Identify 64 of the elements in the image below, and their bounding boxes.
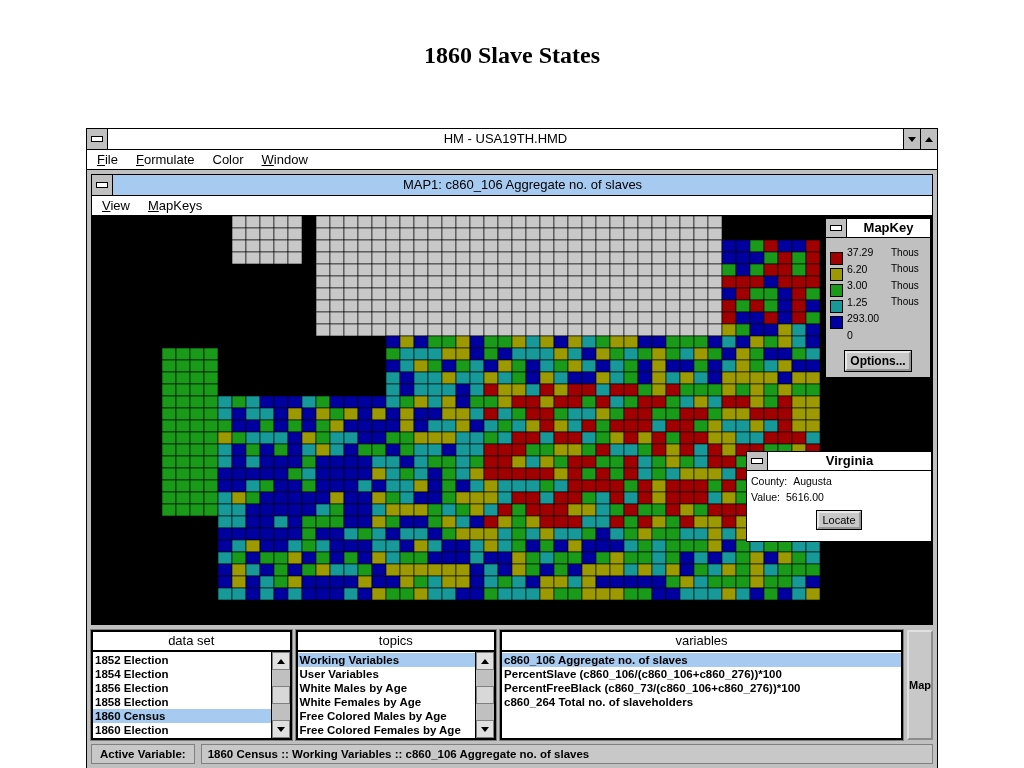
- field-value: 5616.00: [786, 491, 824, 503]
- scrollbar[interactable]: [475, 652, 495, 738]
- status-label: Active Variable:: [91, 744, 195, 764]
- legend-value: 37.29: [847, 246, 875, 259]
- up-arrow-icon[interactable]: [925, 136, 933, 142]
- scroll-thumb[interactable]: [476, 686, 495, 704]
- up-arrow-icon[interactable]: [481, 658, 490, 664]
- list-item[interactable]: 1854 Election: [93, 667, 271, 681]
- list-item[interactable]: White Males by Age: [297, 681, 476, 695]
- down-arrow-icon[interactable]: [908, 136, 916, 142]
- legend-unit: Thous: [891, 296, 919, 308]
- legend-unit: Thous: [891, 279, 919, 291]
- list-item[interactable]: 1860 Election: [93, 723, 271, 737]
- list-item[interactable]: 1856 Election: [93, 681, 271, 695]
- menu-item[interactable]: View: [102, 198, 130, 213]
- list-box[interactable]: variables c860_106 Aggregate no. of slaves PercentSlave (c860_106/(c860_106+c860_276))*100 PercentFreeBlack (c860_73/(c860_106+c860_276))*100 c860_264 Total no. of slaveholders: [500, 630, 903, 740]
- list-item[interactable]: User Variables: [297, 667, 476, 681]
- list-item[interactable]: c860_264 Total no. of slaveholders: [502, 695, 901, 709]
- legend-value: 3.00: [847, 279, 869, 292]
- minimize-icon[interactable]: [751, 458, 763, 464]
- minimize-icon[interactable]: [830, 225, 842, 231]
- list-item[interactable]: 1858 Election: [93, 695, 271, 709]
- status-text: 1860 Census :: Working Variables :: c860_106 Aggregate no. of slaves: [200, 744, 933, 764]
- panel-title: MapKey: [862, 219, 915, 237]
- menu-item[interactable]: MapKeys: [147, 198, 203, 213]
- up-arrow-icon[interactable]: [276, 658, 285, 664]
- menu-item[interactable]: Color: [212, 152, 244, 167]
- list-item[interactable]: PercentSlave (c860_106/(c860_106+c860_276))*100: [502, 667, 901, 681]
- menu-item[interactable]: Window: [261, 152, 308, 167]
- legend-unit: Thous: [891, 246, 919, 258]
- locate-button[interactable]: Locate: [817, 511, 861, 529]
- list-item[interactable]: PercentFreeBlack (c860_73/(c860_106+c860_276))*100: [502, 681, 901, 695]
- window-title: MAP1: c860_106 Aggregate no. of slaves: [401, 176, 644, 194]
- menu-item[interactable]: File: [97, 152, 118, 167]
- list-item[interactable]: Free Colored Males by Age: [297, 709, 476, 723]
- down-arrow-icon[interactable]: [481, 726, 490, 732]
- list-item[interactable]: White Females by Age: [297, 695, 476, 709]
- legend-value: 0: [847, 328, 854, 341]
- scrollbar[interactable]: [270, 652, 290, 738]
- menu-item[interactable]: Formulate: [135, 152, 195, 167]
- minimize-icon[interactable]: [96, 182, 108, 188]
- list-heading: data set: [93, 632, 290, 652]
- list-item[interactable]: Working Variables: [297, 653, 476, 667]
- scroll-thumb[interactable]: [271, 686, 290, 704]
- field-label: County:: [751, 475, 788, 487]
- list-item[interactable]: c860_106 Aggregate no. of slaves: [502, 653, 901, 667]
- list-item[interactable]: Free Colored Females by Age: [297, 723, 476, 737]
- list-box[interactable]: data set 1852 Election 1854 Election 1856 Election 1858 Election 1860 Census 1860 Election: [91, 630, 292, 740]
- minimize-icon[interactable]: [91, 136, 103, 142]
- down-arrow-icon[interactable]: [276, 726, 285, 732]
- list-item[interactable]: 1852 Election: [93, 653, 271, 667]
- slide-title: 1860 Slave States: [424, 42, 600, 70]
- legend-value: 6.20: [847, 262, 869, 275]
- legend-value: 293.00: [847, 312, 881, 325]
- window-title: HM - USA19TH.HMD: [442, 130, 569, 148]
- legend-value: 1.25: [847, 295, 869, 308]
- list-item[interactable]: 1860 Census: [93, 709, 271, 723]
- map-button[interactable]: Map: [907, 630, 933, 740]
- panel-title: Virginia: [824, 452, 875, 470]
- list-box[interactable]: topics Working Variables User Variables White Males by Age White Females by Age Free Colored Males by Age Free Colored Females by Age: [295, 630, 497, 740]
- options-button[interactable]: Options...: [845, 351, 911, 371]
- field-label: Value:: [751, 491, 780, 503]
- legend-unit: Thous: [891, 263, 919, 275]
- field-value: Augusta: [793, 475, 832, 487]
